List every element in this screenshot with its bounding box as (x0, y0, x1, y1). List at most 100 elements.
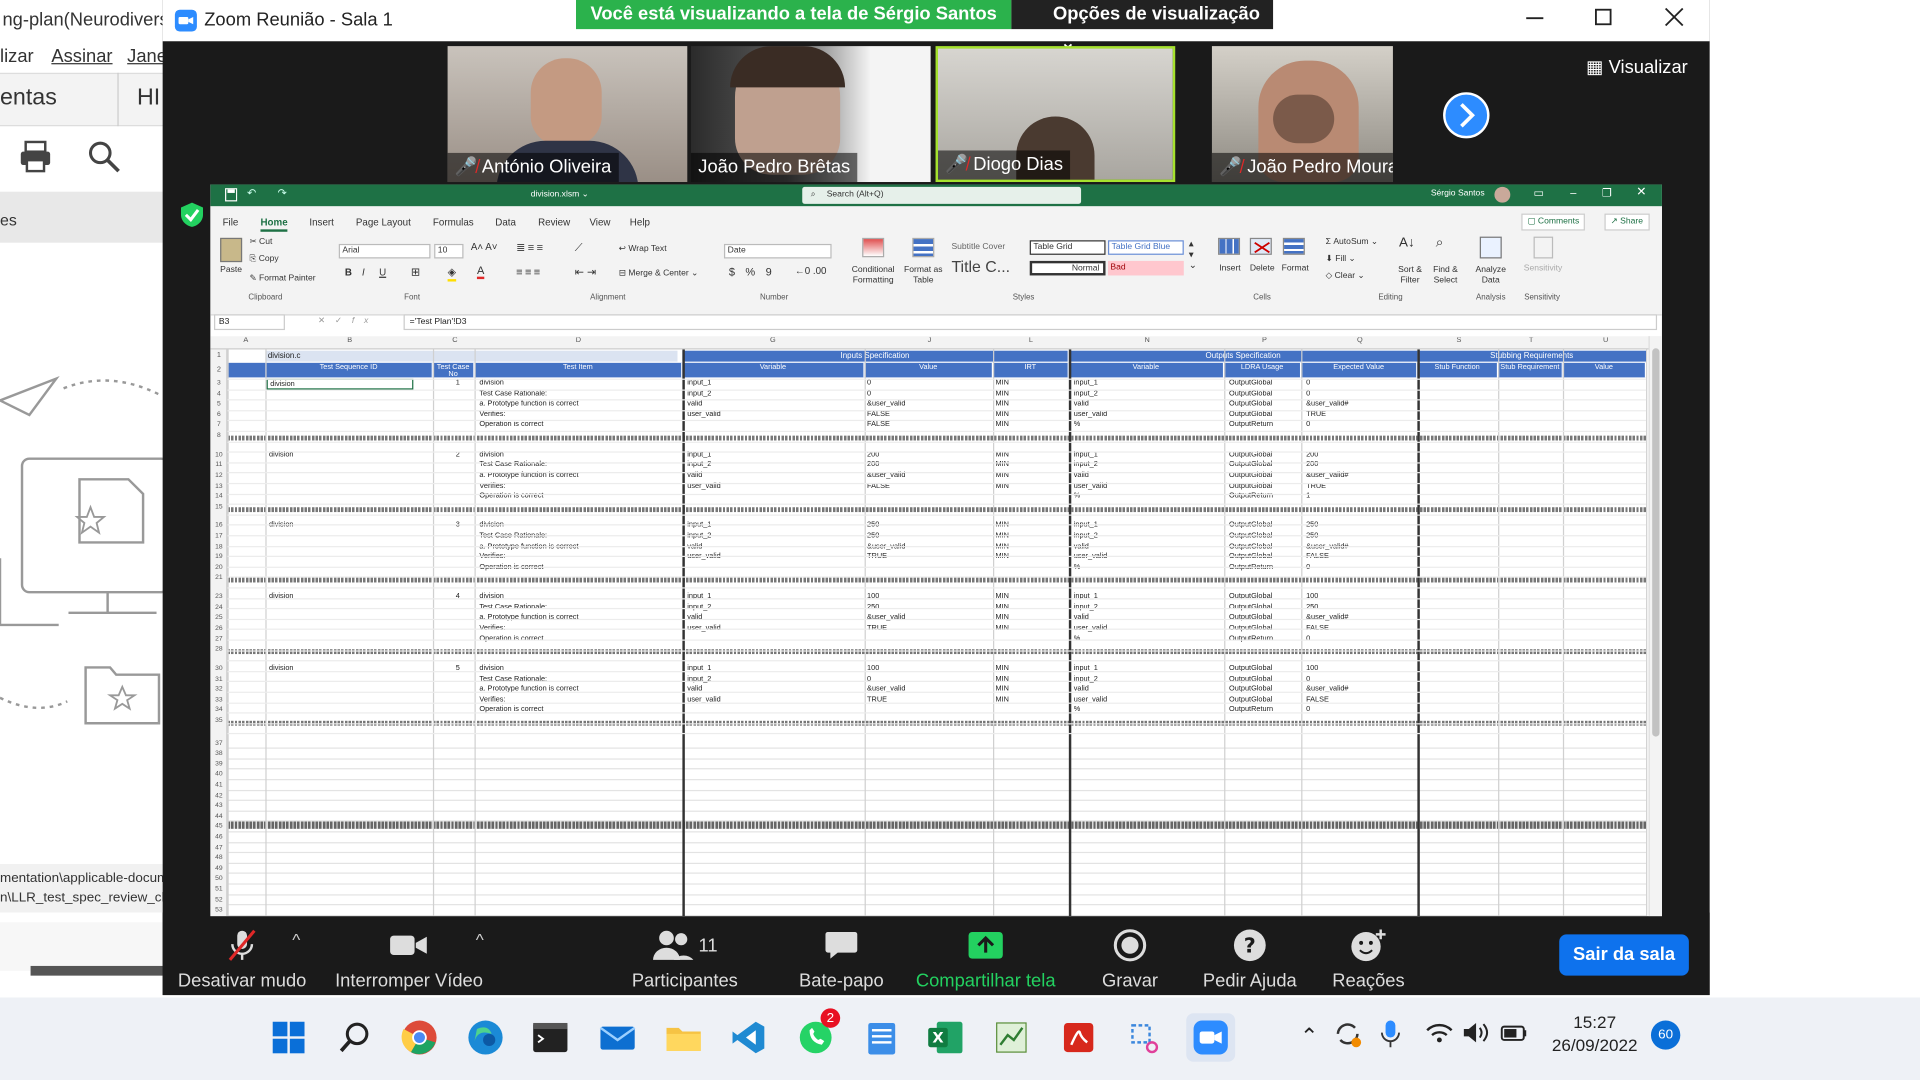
whatsapp-icon[interactable]: 2 (791, 1008, 841, 1062)
output-variable-cell[interactable]: % (1071, 563, 1223, 573)
row-number[interactable]: 20 (210, 563, 227, 573)
row-number[interactable]: 11 (210, 460, 227, 470)
irt-cell[interactable]: MIN (993, 542, 1066, 552)
excel-search-box[interactable]: ⌕ Search (Alt+Q) (802, 186, 1082, 204)
copy-button[interactable]: ⎘ Copy (249, 255, 278, 265)
test-sequence-id[interactable]: division (267, 521, 414, 531)
expected-value-cell[interactable]: FALSE (1304, 695, 1419, 705)
paste-button[interactable]: Paste (220, 266, 242, 274)
column-letter[interactable]: C (448, 337, 463, 348)
vscode-icon[interactable] (724, 1013, 773, 1062)
row-number[interactable]: 14 (210, 492, 227, 502)
output-variable-cell[interactable]: valid (1071, 685, 1223, 695)
row-number[interactable]: 25 (210, 613, 227, 623)
test-item-cell[interactable]: Operation is correct (477, 563, 682, 573)
ldra-usage-cell[interactable]: OutputGlobal (1227, 521, 1303, 531)
output-variable-cell[interactable]: valid (1071, 399, 1223, 409)
row-number[interactable]: 52 (210, 895, 227, 905)
output-variable-cell[interactable]: % (1071, 420, 1223, 430)
formula-bar-input[interactable]: ='Test Plan'!D3 (403, 314, 1658, 331)
analyze-data-button[interactable]: Analyze Data (1475, 265, 1507, 287)
minimize-button[interactable] (1523, 5, 1547, 29)
irt-cell[interactable]: MIN (993, 532, 1066, 542)
ribbon-tab-formulas[interactable]: Formulas (433, 217, 474, 228)
horizontal-align-icons[interactable]: ≡≡≡ (516, 266, 543, 278)
autosum-button[interactable]: Σ AutoSum ⌄ (1326, 237, 1378, 246)
italic-button[interactable]: I (362, 267, 365, 278)
clock-date[interactable]: 26/09/2022 (1536, 1035, 1653, 1054)
input-variable-cell[interactable]: valid (685, 399, 866, 409)
background-menu-item[interactable]: Assinar (51, 46, 112, 67)
video-tile[interactable]: 🎤̸ António Oliveira (447, 46, 688, 183)
input-variable-cell[interactable]: input_1 (685, 521, 866, 531)
outputs-specification-header[interactable]: Outputs Specification (1068, 350, 1418, 362)
output-variable-cell[interactable]: user_valid (1071, 695, 1223, 705)
number-format-select[interactable]: Date (723, 243, 832, 259)
irt-cell[interactable]: MIN (993, 399, 1066, 409)
test-item-cell[interactable]: a. Prototype function is correct (477, 685, 682, 695)
ldra-usage-cell[interactable]: OutputReturn (1227, 420, 1303, 430)
wifi-icon[interactable] (1426, 1022, 1453, 1050)
expected-value-cell[interactable]: &user_valid# (1304, 399, 1419, 409)
style-table-grid[interactable]: Table Grid (1029, 240, 1106, 255)
irt-cell[interactable]: MIN (993, 521, 1066, 531)
ldra-usage-cell[interactable]: OutputGlobal (1227, 542, 1303, 552)
excel-close-button[interactable]: ✕ (1636, 186, 1646, 199)
maximize-button[interactable] (1591, 5, 1615, 29)
chrome-icon[interactable] (395, 1013, 444, 1062)
share-button[interactable]: ↗ Share (1604, 213, 1650, 231)
expected-value-cell[interactable]: 0 (1304, 420, 1419, 430)
ldra-usage-cell[interactable]: OutputGlobal (1227, 389, 1303, 399)
input-value-cell[interactable]: TRUE (865, 695, 992, 705)
input-value-cell[interactable]: 0 (865, 379, 992, 389)
cut-button[interactable]: ✂ Cut (249, 237, 272, 246)
row-number[interactable]: 19 (210, 552, 227, 562)
row-number[interactable]: 4 (210, 389, 227, 399)
input-variable-cell[interactable]: valid (685, 685, 866, 695)
column-caption[interactable]: Test Sequence ID (265, 362, 433, 378)
background-tab[interactable]: HI (137, 85, 160, 112)
test-case-number[interactable]: 5 (433, 664, 470, 674)
zoom-in-icon[interactable] (86, 138, 123, 180)
column-caption[interactable]: Test Item (474, 362, 683, 378)
row-number[interactable]: 28 (210, 645, 227, 655)
row-number[interactable]: 15 (210, 502, 227, 512)
input-value-cell[interactable]: FALSE (865, 420, 992, 430)
test-sequence-id[interactable]: division (267, 664, 414, 674)
font-color-icon[interactable]: A (476, 265, 485, 280)
input-value-cell[interactable]: &user_valid (865, 685, 992, 695)
column-letter[interactable]: N (1140, 337, 1155, 348)
inputs-specification-header[interactable]: Inputs Specification (682, 350, 1068, 362)
clear-button[interactable]: ◇ Clear ⌄ (1326, 271, 1365, 280)
test-sequence-id[interactable]: division (266, 378, 414, 390)
test-item-cell[interactable]: Test Case Rationale: (477, 389, 682, 399)
row-number[interactable]: 43 (210, 801, 227, 811)
input-value-cell[interactable]: 250 (865, 532, 992, 542)
row-number[interactable]: 44 (210, 812, 227, 822)
row-number[interactable]: 5 (210, 399, 227, 409)
row-number[interactable]: 49 (210, 864, 227, 874)
notification-badge[interactable]: 60 (1650, 1020, 1681, 1050)
ldra-usage-cell[interactable]: OutputGlobal (1227, 664, 1303, 674)
column-letter[interactable]: A (238, 337, 253, 348)
row-number[interactable]: 40 (210, 770, 227, 780)
expected-value-cell[interactable]: 0 (1304, 389, 1419, 399)
row-number[interactable]: 48 (210, 853, 227, 863)
column-letter[interactable]: S (1452, 337, 1467, 348)
format-cells-button[interactable]: Format (1282, 265, 1309, 273)
row-number[interactable]: 46 (210, 832, 227, 842)
excel-filename[interactable]: division.xlsm ⌄ (531, 189, 589, 199)
row-number[interactable]: 3 (210, 379, 227, 389)
column-letter[interactable]: U (1598, 337, 1613, 348)
row-number[interactable]: 35 (210, 716, 227, 726)
row-number[interactable]: 42 (210, 791, 227, 801)
input-variable-cell[interactable]: user_valid (685, 410, 866, 420)
row-number[interactable]: 50 (210, 874, 227, 884)
sync-icon[interactable] (1333, 1019, 1362, 1054)
row-number[interactable]: 24 (210, 603, 227, 613)
style-bad[interactable]: Bad (1107, 260, 1184, 276)
number-format-icons[interactable]: $ % 9 (729, 266, 775, 278)
output-variable-cell[interactable]: input_1 (1071, 521, 1223, 531)
input-value-cell[interactable]: 0 (865, 389, 992, 399)
clock-time[interactable]: 15:27 (1546, 1012, 1644, 1031)
